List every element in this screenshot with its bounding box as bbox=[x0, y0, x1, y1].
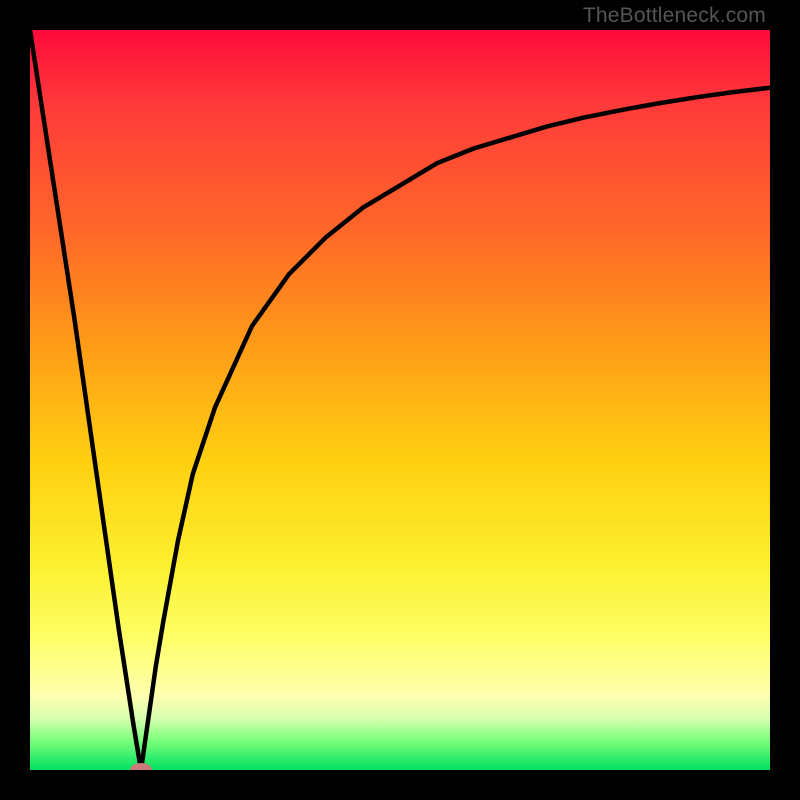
chart-frame: TheBottleneck.com bbox=[0, 0, 800, 800]
watermark-text: TheBottleneck.com bbox=[583, 4, 766, 28]
curve-svg bbox=[30, 30, 770, 770]
bottleneck-curve bbox=[30, 30, 770, 770]
optimum-marker bbox=[130, 763, 152, 770]
plot-area bbox=[30, 30, 770, 770]
